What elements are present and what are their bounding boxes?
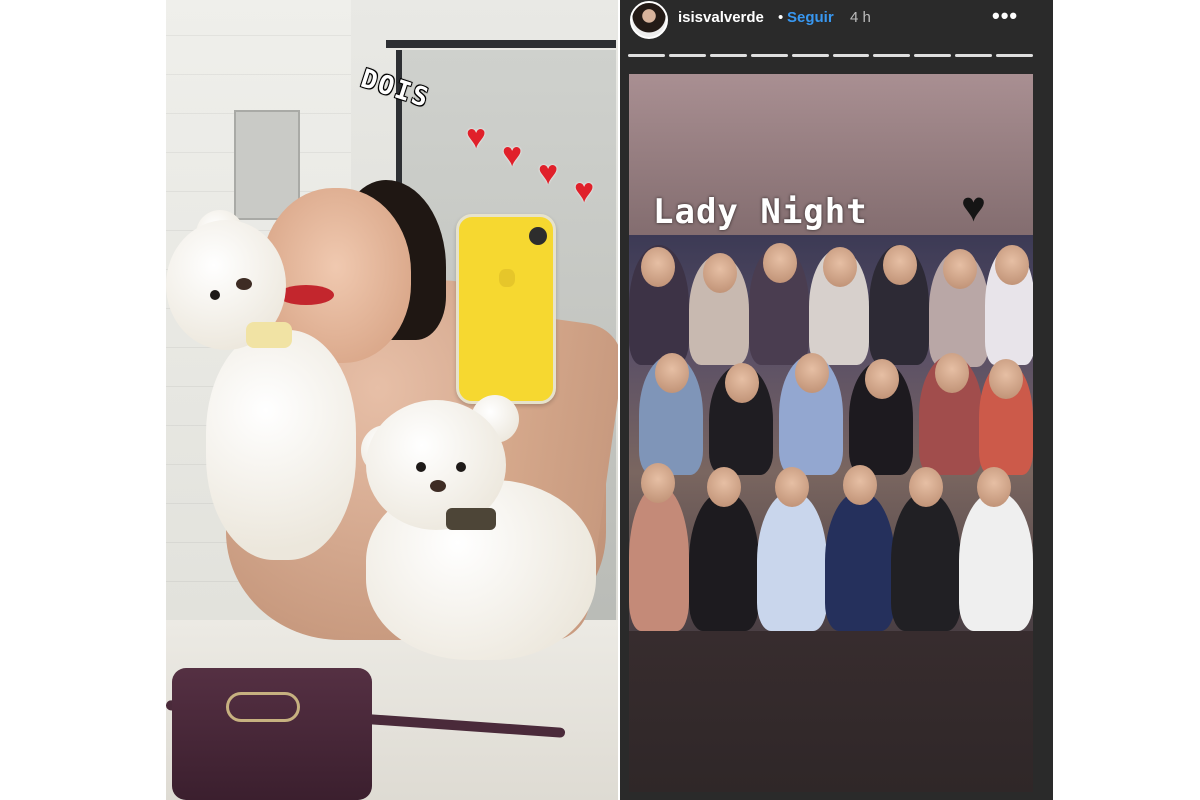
audience-face: [995, 245, 1029, 285]
audience-member: [959, 491, 1033, 631]
progress-segment: [914, 54, 952, 57]
woman-lips: [278, 285, 334, 305]
teddy-bear-2-eye: [416, 462, 426, 472]
heart-icon: ♥: [466, 118, 487, 156]
audience-face: [943, 249, 977, 289]
audience-member: [891, 491, 961, 631]
audience-face: [883, 245, 917, 285]
audience-member: [629, 485, 689, 631]
progress-segment: [668, 54, 706, 57]
group-photo: [629, 235, 1033, 631]
more-options-icon[interactable]: •••: [992, 3, 1018, 29]
audience-face: [795, 353, 829, 393]
follow-button[interactable]: Seguir: [787, 9, 834, 26]
teddy-bear-2-nose: [430, 480, 446, 492]
audience-member: [825, 491, 895, 631]
audience-face: [703, 253, 737, 293]
audience-face: [655, 353, 689, 393]
bag-clasp: [226, 692, 300, 722]
audience-face: [843, 465, 877, 505]
purple-bag: [172, 668, 372, 800]
audience-face: [977, 467, 1011, 507]
audience-face: [909, 467, 943, 507]
teddy-bear-nose: [236, 278, 252, 290]
progress-segment: [996, 54, 1034, 57]
progress-segment: [628, 54, 665, 57]
audience-member: [689, 491, 759, 631]
audience-face: [865, 359, 899, 399]
progress-segment: [955, 54, 993, 57]
teddy-bear-2-bow: [446, 508, 496, 530]
audience-member: [757, 491, 827, 631]
audience-face: [725, 363, 759, 403]
story-header: isisvalverde • Seguir 4 h •••: [620, 0, 1053, 44]
teddy-bear-eye: [210, 290, 220, 300]
apple-logo-icon: [499, 269, 515, 287]
heart-icon: ♥: [502, 136, 523, 174]
black-heart-icon: ♥: [961, 183, 986, 230]
phone-camera: [529, 227, 547, 245]
teddy-bear-2-eye: [456, 462, 466, 472]
username-link[interactable]: isisvalverde: [678, 9, 764, 26]
story-progress-bar: [628, 54, 1034, 57]
lady-night-sticker: Lady Night: [653, 192, 868, 232]
progress-segment: [873, 54, 911, 57]
door-frame: [386, 40, 616, 48]
audience-face: [775, 467, 809, 507]
yellow-phone: [456, 214, 556, 404]
audience-face: [935, 353, 969, 393]
left-photo: DOIS ♥ ♥ ♥ ♥: [166, 0, 618, 800]
post-time: 4 h: [850, 9, 871, 26]
audience-face: [989, 359, 1023, 399]
audience-face: [641, 463, 675, 503]
progress-segment: [832, 54, 870, 57]
audience-face: [823, 247, 857, 287]
instagram-story: isisvalverde • Seguir 4 h ••• Lady Night…: [620, 0, 1053, 800]
teddy-bear-body: [206, 330, 356, 560]
heart-icon: ♥: [574, 172, 595, 210]
audience-face: [707, 467, 741, 507]
separator-dot: •: [778, 9, 784, 26]
audience-face: [763, 243, 797, 283]
teddy-bear-ribbon: [246, 322, 292, 348]
audience-face: [641, 247, 675, 287]
story-card[interactable]: Lady Night ♥: [629, 74, 1033, 792]
progress-segment: [791, 54, 829, 57]
progress-segment: [709, 54, 747, 57]
progress-segment: [750, 54, 788, 57]
heart-icon: ♥: [538, 154, 559, 192]
profile-avatar[interactable]: [630, 1, 668, 39]
